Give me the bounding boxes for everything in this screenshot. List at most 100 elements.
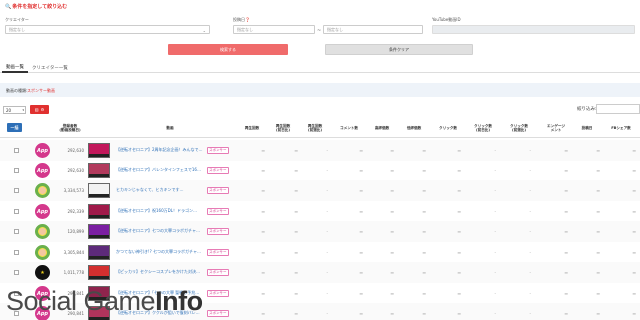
creator-select-value: 指定なし [9,26,25,32]
video-thumbnail[interactable] [88,245,110,260]
date-label: 投稿日❓ [233,17,250,22]
video-type-value[interactable]: スポンサー動画 [27,88,55,94]
subscriber-count: 292,630 [67,148,84,153]
header-clicks-daily[interactable]: クリック数 (前日比) [467,120,499,136]
video-title-link[interactable]: 【ピッカリ】セクシーコスプレをかけた対決… [116,269,208,275]
creator-avatar[interactable]: ★ [35,265,50,280]
sponsor-badge: スポンサー [207,228,229,235]
metric-cell: ▬ [457,250,461,255]
chevron-down-icon: ⌄ [202,28,206,33]
bulk-action-button[interactable]: 一括 [7,123,22,132]
row-checkbox[interactable] [14,188,19,193]
header-fb-shares[interactable]: FBシェア数 [604,120,638,136]
row-checkbox[interactable] [14,168,19,173]
filter-title-text: 条件を指定して絞り込む [12,4,68,10]
per-page-value: 20 [6,107,12,113]
video-title-link[interactable]: ヒカキンじゃなくて、ヒカキンです… [116,187,208,193]
metric-cell: ▬ [390,311,394,316]
chevron-down-icon: ▾ [22,108,24,112]
date-from-input[interactable]: 指定なし [233,25,315,34]
metric-cell: ▬ [632,270,636,275]
metric-cell: ▬ [564,311,568,316]
video-thumbnail[interactable] [88,204,110,219]
metric-cell: ▬ [457,270,461,275]
video-id-input[interactable] [432,25,635,34]
video-title-link[interactable]: 【逆転オセロニア】祝160万DL！ドラゴン… [116,208,208,214]
metric-cell: ▬ [390,270,394,275]
video-thumbnail[interactable] [88,143,110,158]
metric-cell: - [326,168,328,173]
subscriber-count: 292,630 [67,168,84,173]
metric-cell: - [326,250,328,255]
metric-cell: ▬ [596,291,600,296]
header-engagement[interactable]: エンゲージ メント [540,120,572,136]
creator-avatar[interactable]: App [35,143,50,158]
video-id-label: YouTube動画ID [432,17,461,22]
metric-cell: ▬ [261,311,265,316]
video-title-link[interactable]: 【逆転オセロニア】七つの大罪コラボガチャ… [116,228,208,234]
date-from-value: 指定なし [237,26,253,32]
metric-cell: ▬ [359,270,363,275]
header-post-date[interactable]: 投稿日 [574,120,600,136]
filter-narrow-input[interactable] [596,104,640,114]
creator-avatar[interactable] [35,183,50,198]
creator-select[interactable]: 指定なし ⌄ [5,25,210,34]
header-dislikes[interactable]: 低評価数 [400,120,428,136]
metric-cell: ▬ [294,188,298,193]
search-button[interactable]: 検索する [168,44,288,55]
header-clicks-weekly[interactable]: クリック数 (前週比) [503,120,535,136]
metric-cell: ▬ [457,188,461,193]
creator-avatar[interactable] [35,224,50,239]
video-thumbnail[interactable] [88,224,110,239]
header-subscribers[interactable]: 登録者数 (動画投稿日) [52,120,88,136]
header-views-daily[interactable]: 再生回数 (前日比) [268,120,298,136]
filter-title[interactable]: 🔍 条件を指定して絞り込む [5,3,68,11]
creator-avatar[interactable]: App [35,163,50,178]
video-thumbnail[interactable] [88,163,110,178]
metric-cell: ▬ [294,209,298,214]
row-checkbox[interactable] [14,250,19,255]
row-checkbox[interactable] [14,229,19,234]
metric-cell: ▬ [564,291,568,296]
header-likes[interactable]: 高評価数 [368,120,396,136]
header-views[interactable]: 再生回数 [238,120,266,136]
date-to-input[interactable]: 指定なし [323,25,423,34]
sponsor-badge: スポンサー [207,249,229,256]
metric-cell: - [494,188,496,193]
header-views-weekly[interactable]: 再生回数 (前週比) [300,120,330,136]
metric-cell: ▬ [596,188,600,193]
header-clicks[interactable]: クリック数 [433,120,463,136]
header-video[interactable]: 動画 [150,120,190,136]
video-type-band [0,83,640,97]
clear-button[interactable]: 条件クリア [325,44,473,55]
metric-cell: ▬ [596,209,600,214]
row-checkbox[interactable] [14,209,19,214]
metric-cell: - [494,168,496,173]
video-title-link[interactable]: かつてない神引き!? 七つの大罪コラボガチャ… [116,249,208,255]
tab-creators[interactable]: クリエイター一覧 [28,62,72,73]
video-title-link[interactable]: 【逆転オセロニア】2周年記念企画！みんなで… [116,147,208,153]
metric-cell: ▬ [294,311,298,316]
metric-cell: ▬ [632,250,636,255]
row-checkbox[interactable] [14,148,19,153]
metric-cell: - [494,311,496,316]
video-thumbnail[interactable] [88,265,110,280]
settings-icon: ⚙ [40,107,45,112]
video-thumbnail[interactable] [88,183,110,198]
creator-avatar[interactable]: App [35,204,50,219]
subscriber-count: 292,339 [67,209,84,214]
table-row: 120,899 【逆転オセロニア】七つの大罪コラボガチャ… スポンサー ▬ ▬ - ▬… [0,221,640,242]
subscriber-count: 120,899 [67,229,84,234]
row-checkbox[interactable] [14,270,19,275]
tab-videos[interactable]: 動画一覧 [2,62,28,73]
header-comments[interactable]: コメント数 [333,120,365,136]
per-page-select[interactable]: 20 ▾ [3,106,26,114]
creator-avatar[interactable] [35,245,50,260]
column-toggle-button[interactable]: ▥ ⚙ [30,105,49,114]
video-title-link[interactable]: 【逆転オセロニア】バレンタインフェスで16… [116,167,208,173]
metric-cell: - [326,188,328,193]
metric-cell: ▬ [359,311,363,316]
metric-cell: ▬ [632,229,636,234]
metric-cell: ▬ [294,270,298,275]
metric-cell: ▬ [457,311,461,316]
